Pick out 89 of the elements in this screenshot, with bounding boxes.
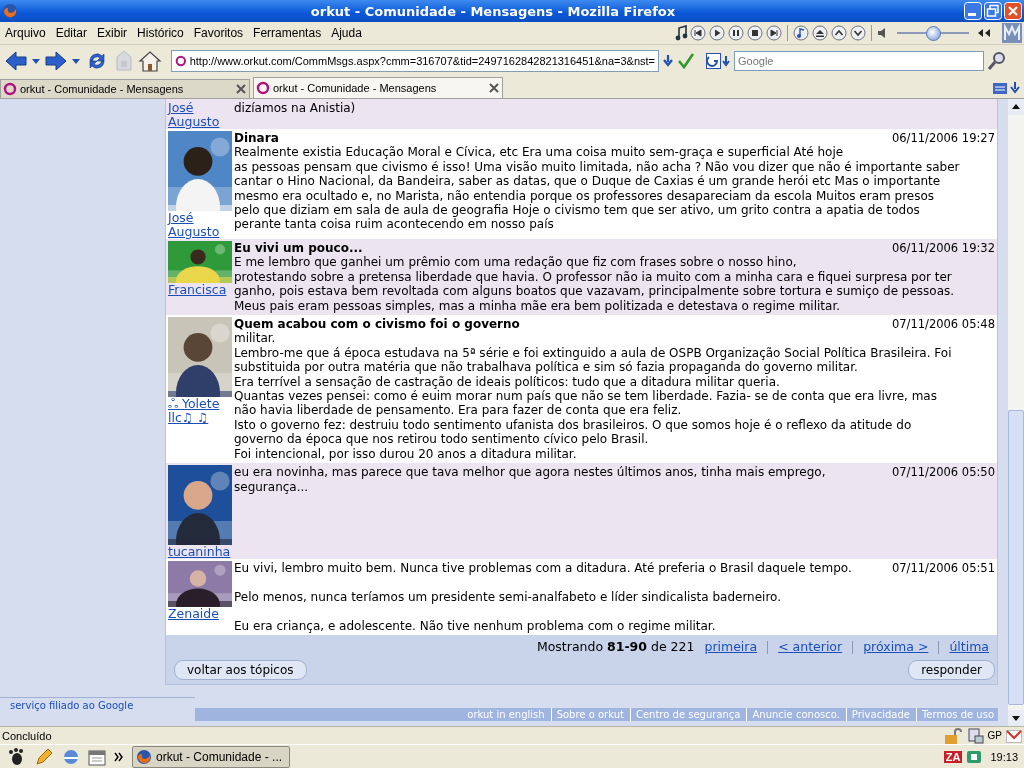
chevron-icon[interactable] xyxy=(114,751,124,762)
footprint-icon[interactable] xyxy=(6,746,26,767)
page-link[interactable]: primeira xyxy=(704,639,758,655)
message-title: Dinara xyxy=(234,131,279,146)
taskbar-button[interactable]: orkut - Comunidade - ... xyxy=(132,745,290,768)
author-link[interactable]: tucaninha xyxy=(168,545,234,560)
message-title: Eu vivi um pouco... xyxy=(234,241,363,256)
message-text: militar. Lembro-me que á época estudava na 5ª série e foi extinguido a aula de OSPB Organização Social Política Brasileira. Foi substituida por outra matéria que não trabalhava política e sim só fazia propaganda do governo militar. Era terrível a sensação de castração de ideais políticos: tudo que a ditadura militar queria. Quantas vezes pensei: como é euim morar num país que não se tem liberdade. Fazia- se de conta que era livre, mas não havia liberdade de pensamento. Era para fazer de conta que era feliz. Isto o governo fez: destruiu todo sentimento ufanista dos brasileiros. O que somos hoje é o reflexo da atitude do governo da época que nos retirou todo sentimento cívico pelo Brasil. Foi intencional, por isso durou 20 anos a ditadura militar. xyxy=(234,331,953,462)
go-icon[interactable] xyxy=(677,52,695,70)
scrollbar[interactable] xyxy=(1008,99,1024,726)
back-to-topics-button[interactable]: voltar aos tópicos xyxy=(174,660,307,681)
mail-icon[interactable] xyxy=(1006,728,1022,743)
down-icon[interactable] xyxy=(850,25,866,41)
server-icon[interactable] xyxy=(967,727,984,744)
scroll-down-icon[interactable] xyxy=(1008,710,1024,726)
message-title: Quem acabou com o civismo foi o governo xyxy=(234,317,520,332)
maximize-icon[interactable] xyxy=(984,2,1002,20)
results-summary: Mostrando 81-90 de 221 xyxy=(536,639,695,655)
music-note-icon[interactable] xyxy=(674,25,688,41)
status-indicator[interactable]: GP xyxy=(987,730,1002,741)
search-engine-icon[interactable] xyxy=(706,53,732,69)
author-link[interactable]: ஃ Yolete llc♫ ♫ xyxy=(168,397,234,426)
firefox-icon xyxy=(136,748,152,765)
forward-icon[interactable] xyxy=(44,50,68,72)
message-text: E me lembro que ganhei um prêmio com uma redação que fiz com frases sobre o nosso hino, protestando sobre a pretensa liberdade que havia. O professor não ia muito com a minha cara e fiquei surpresa por ter ganho, pois estava bem revoltada com alguns boatos que vazavam, principalmente sobre tortura e sumiço de pessoas. Meus pais eram pessoas simples, mas a minha mãe era bem politizada e detestava o regime militar. xyxy=(234,255,956,314)
author-link[interactable]: Zenaide xyxy=(168,607,234,622)
page-link[interactable]: < anterior xyxy=(778,639,843,655)
play-icon[interactable] xyxy=(709,25,725,41)
up-icon[interactable] xyxy=(831,25,847,41)
message-date: 06/11/2006 19:32 xyxy=(891,241,995,256)
message-text: eu era novinha, mas parece que tava melhor que agora nestes últimos anos, tinha mais emprego, segurança... xyxy=(234,465,826,494)
message-date: 07/11/2006 05:51 xyxy=(891,561,995,578)
message-date: 06/11/2006 19:27 xyxy=(891,131,995,146)
page-link[interactable]: última xyxy=(949,639,989,655)
pencil-icon[interactable] xyxy=(34,746,54,767)
message-text: Realmente existia Educação Moral e Cívica, etc Era uma coisa muito sem-graça e superficial Até hoje as pessoas pensam que civismo é isso! Uma visão muito limitada, não acha ? Não vou dizer que não é importante saber cantar o Hino Nacional, da Bandeira, saber as datas, que o Duque de Caxias é um grande herói etc Mas o importante mesmo era ocultado e, no Marista, não entendia porque os professores desapareciam da escola Muitos eram presos pelo que diziam em sala de aula de geografia Hoje o civismo tem que ser ativo, um grito contra a apatia de todos perante tanta coisa ruim acontecendo em nosso país xyxy=(234,145,961,232)
eject-icon[interactable] xyxy=(812,25,828,41)
message-text: Eu vivi, lembro muito bem. Nunca tive problemas com a ditadura. Até preferia o Brasil daquele tempo. Pelo menos, nunca teríamos um presidente semi-analfabeto e líder sindicalista baderneiro. Eu era criança, e adolescente. Não tive nenhum problema com o regime militar. xyxy=(234,561,852,634)
site-icon xyxy=(175,54,187,68)
page-link[interactable]: próxima > xyxy=(863,639,929,655)
site-icon xyxy=(3,82,17,96)
author-link[interactable]: Francisca xyxy=(168,283,234,297)
reply-button[interactable]: responder xyxy=(908,660,995,681)
address-field[interactable]: http://www.orkut.com/CommMsgs.aspx?cmm=316707&tid=2497162842821316451&na=3&nst= xyxy=(171,50,659,72)
menu-item[interactable]: Arquivo xyxy=(0,26,51,40)
search-icon[interactable] xyxy=(987,51,1007,71)
minimize-icon[interactable] xyxy=(964,2,982,20)
close-icon[interactable] xyxy=(488,82,500,94)
home-icon[interactable] xyxy=(138,50,162,72)
tab[interactable]: orkut - Comunidade - Mensagens xyxy=(253,77,503,98)
status-text: Concluído xyxy=(2,729,52,742)
author-link[interactable]: José Augusto xyxy=(168,211,234,239)
author-link[interactable]: José Augusto xyxy=(168,101,234,129)
pause-icon[interactable] xyxy=(728,25,744,41)
message-date: 07/11/2006 05:50 xyxy=(891,465,995,482)
tab-list-icon[interactable] xyxy=(992,81,1008,95)
back-icon[interactable] xyxy=(4,50,28,72)
padlock-icon[interactable] xyxy=(943,727,964,744)
separator xyxy=(852,641,854,655)
close-icon[interactable] xyxy=(235,83,247,95)
scroll-up-icon[interactable] xyxy=(1008,99,1024,115)
toolbar-logo-icon[interactable] xyxy=(1002,23,1022,43)
menu-item[interactable]: Favoritos xyxy=(188,26,249,40)
message-text: dizíamos na Anistia) xyxy=(234,101,357,116)
next-icon[interactable] xyxy=(766,25,782,41)
dropdown-arrow-icon[interactable] xyxy=(662,54,674,68)
down-arrow-icon[interactable] xyxy=(1010,82,1020,94)
menu-item[interactable]: Ajuda xyxy=(326,26,367,40)
menu-item[interactable]: Exibir xyxy=(92,26,133,40)
search-field[interactable]: Google xyxy=(734,51,984,71)
dropdown-arrow-icon[interactable] xyxy=(71,56,81,66)
music-note-icon[interactable] xyxy=(793,25,809,41)
dropdown-arrow-icon[interactable] xyxy=(31,56,41,66)
separator xyxy=(767,641,769,655)
scroll-thumb[interactable] xyxy=(1008,410,1024,705)
menu-item[interactable]: Ferramentas xyxy=(248,26,327,40)
menu-item[interactable]: Editar xyxy=(50,26,93,40)
firefox-icon xyxy=(2,3,18,19)
clock: 19:13 xyxy=(989,750,1018,763)
tray-badge[interactable]: ZA xyxy=(943,750,963,763)
tab[interactable]: orkut - Comunidade - Mensagens xyxy=(0,79,250,98)
window-title: orkut - Comunidade - Mensagens - Mozilla Firefox xyxy=(309,3,677,19)
separator xyxy=(938,641,940,655)
calendar-icon[interactable] xyxy=(88,747,106,766)
menu-item[interactable]: Histórico xyxy=(132,26,189,40)
site-icon xyxy=(256,81,270,95)
affiliate-text: serviço filiado ao Google xyxy=(10,699,134,712)
previous-icon[interactable] xyxy=(690,25,706,41)
message-date: 07/11/2006 05:48 xyxy=(891,317,995,332)
